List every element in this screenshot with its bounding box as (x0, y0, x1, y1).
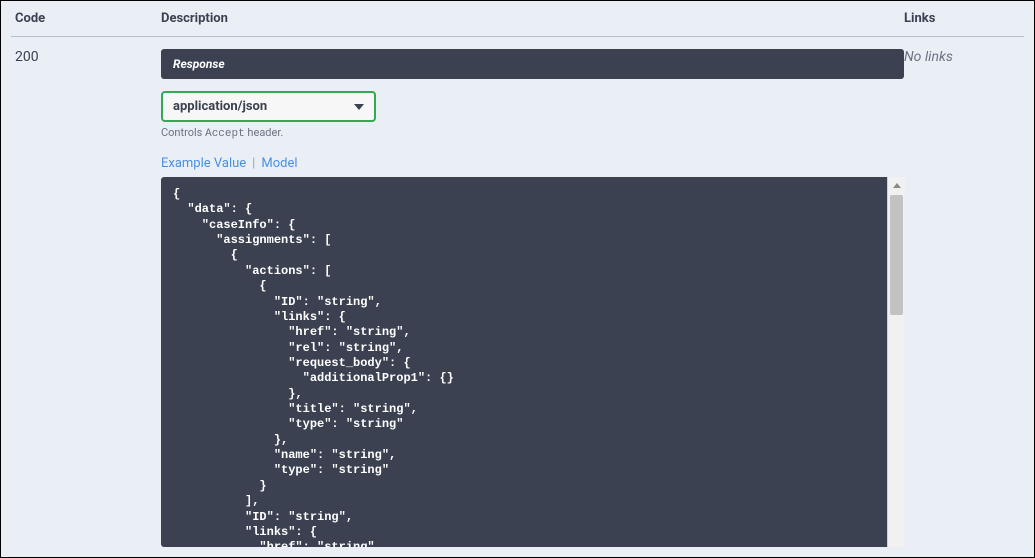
tab-example-value[interactable]: Example Value (161, 156, 246, 171)
chevron-down-icon (354, 104, 364, 110)
tab-separator: | (252, 156, 255, 171)
scrollbar-arrow-up[interactable] (888, 177, 905, 194)
response-row: 200 Response application/json Controls A… (11, 37, 1024, 547)
json-example[interactable]: { "data": { "caseInfo": { "assignments":… (161, 177, 904, 547)
content-type-selected: application/json (173, 99, 267, 114)
scrollbar-thumb[interactable] (890, 195, 903, 315)
response-table-header: Code Description Links (11, 1, 1024, 37)
header-description: Description (161, 11, 904, 26)
header-links: Links (904, 11, 1024, 26)
response-banner: Response (161, 49, 904, 79)
scrollbar[interactable] (887, 177, 904, 547)
code-value: 200 (11, 49, 161, 547)
tab-model[interactable]: Model (261, 156, 297, 171)
example-model-tabs: Example Value | Model (161, 156, 904, 171)
accept-header-hint: Controls Accept header. (161, 126, 904, 140)
content-type-select[interactable]: application/json (161, 91, 376, 122)
links-value: No links (904, 49, 1024, 547)
header-code: Code (11, 11, 161, 26)
example-code-block: { "data": { "caseInfo": { "assignments":… (161, 177, 904, 547)
description-cell: Response application/json Controls Accep… (161, 49, 904, 547)
